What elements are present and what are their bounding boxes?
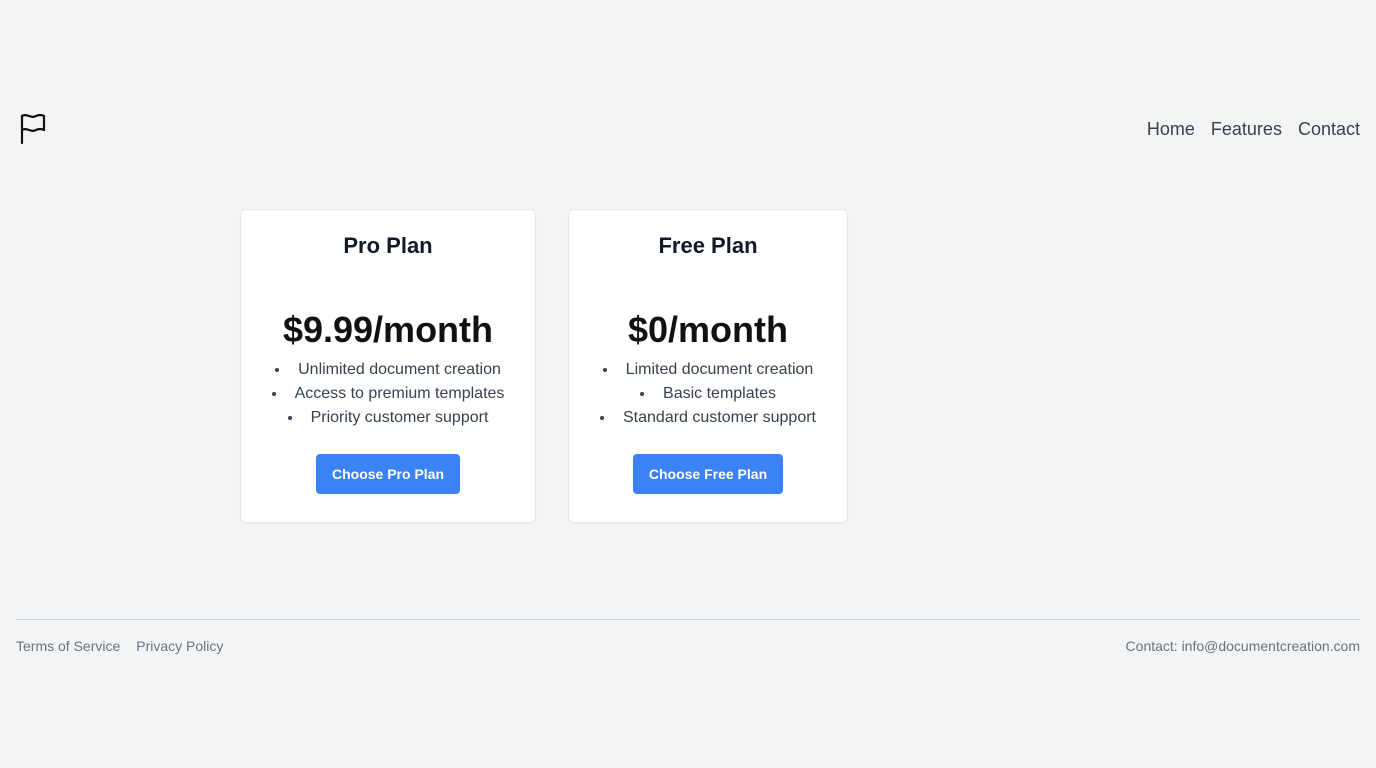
plan-features-list: Unlimited document creation Access to pr…: [272, 358, 505, 430]
main-nav: Home Features Contact: [1147, 119, 1360, 140]
footer-links: Terms of Service Privacy Policy: [16, 638, 223, 660]
privacy-policy-link[interactable]: Privacy Policy: [136, 638, 223, 660]
choose-free-plan-button[interactable]: Choose Free Plan: [632, 454, 784, 494]
feature-item: Unlimited document creation: [272, 358, 505, 382]
plan-price: $0/month: [627, 309, 788, 350]
site-footer: Terms of Service Privacy Policy Contact:…: [16, 619, 1360, 660]
plan-title: Free Plan: [658, 233, 758, 258]
pro-plan-card: Pro Plan $9.99/month Unlimited document …: [240, 209, 536, 523]
pricing-cards: Pro Plan $9.99/month Unlimited document …: [240, 209, 848, 523]
plan-title: Pro Plan: [343, 233, 433, 258]
choose-pro-plan-button[interactable]: Choose Pro Plan: [315, 454, 461, 494]
flag-icon[interactable]: [16, 112, 48, 146]
feature-item: Standard customer support: [600, 406, 816, 430]
terms-of-service-link[interactable]: Terms of Service: [16, 638, 120, 660]
site-header: Home Features Contact: [16, 112, 1360, 146]
feature-item: Priority customer support: [272, 406, 505, 430]
nav-home-link[interactable]: Home: [1147, 119, 1195, 140]
nav-contact-link[interactable]: Contact: [1298, 119, 1360, 140]
free-plan-card: Free Plan $0/month Limited document crea…: [568, 209, 848, 523]
nav-features-link[interactable]: Features: [1211, 119, 1282, 140]
contact-email: Contact: info@documentcreation.com: [1125, 638, 1360, 654]
feature-item: Access to premium templates: [272, 382, 505, 406]
plan-features-list: Limited document creation Basic template…: [600, 358, 816, 430]
feature-item: Limited document creation: [600, 358, 816, 382]
feature-item: Basic templates: [600, 382, 816, 406]
plan-price: $9.99/month: [282, 309, 494, 350]
